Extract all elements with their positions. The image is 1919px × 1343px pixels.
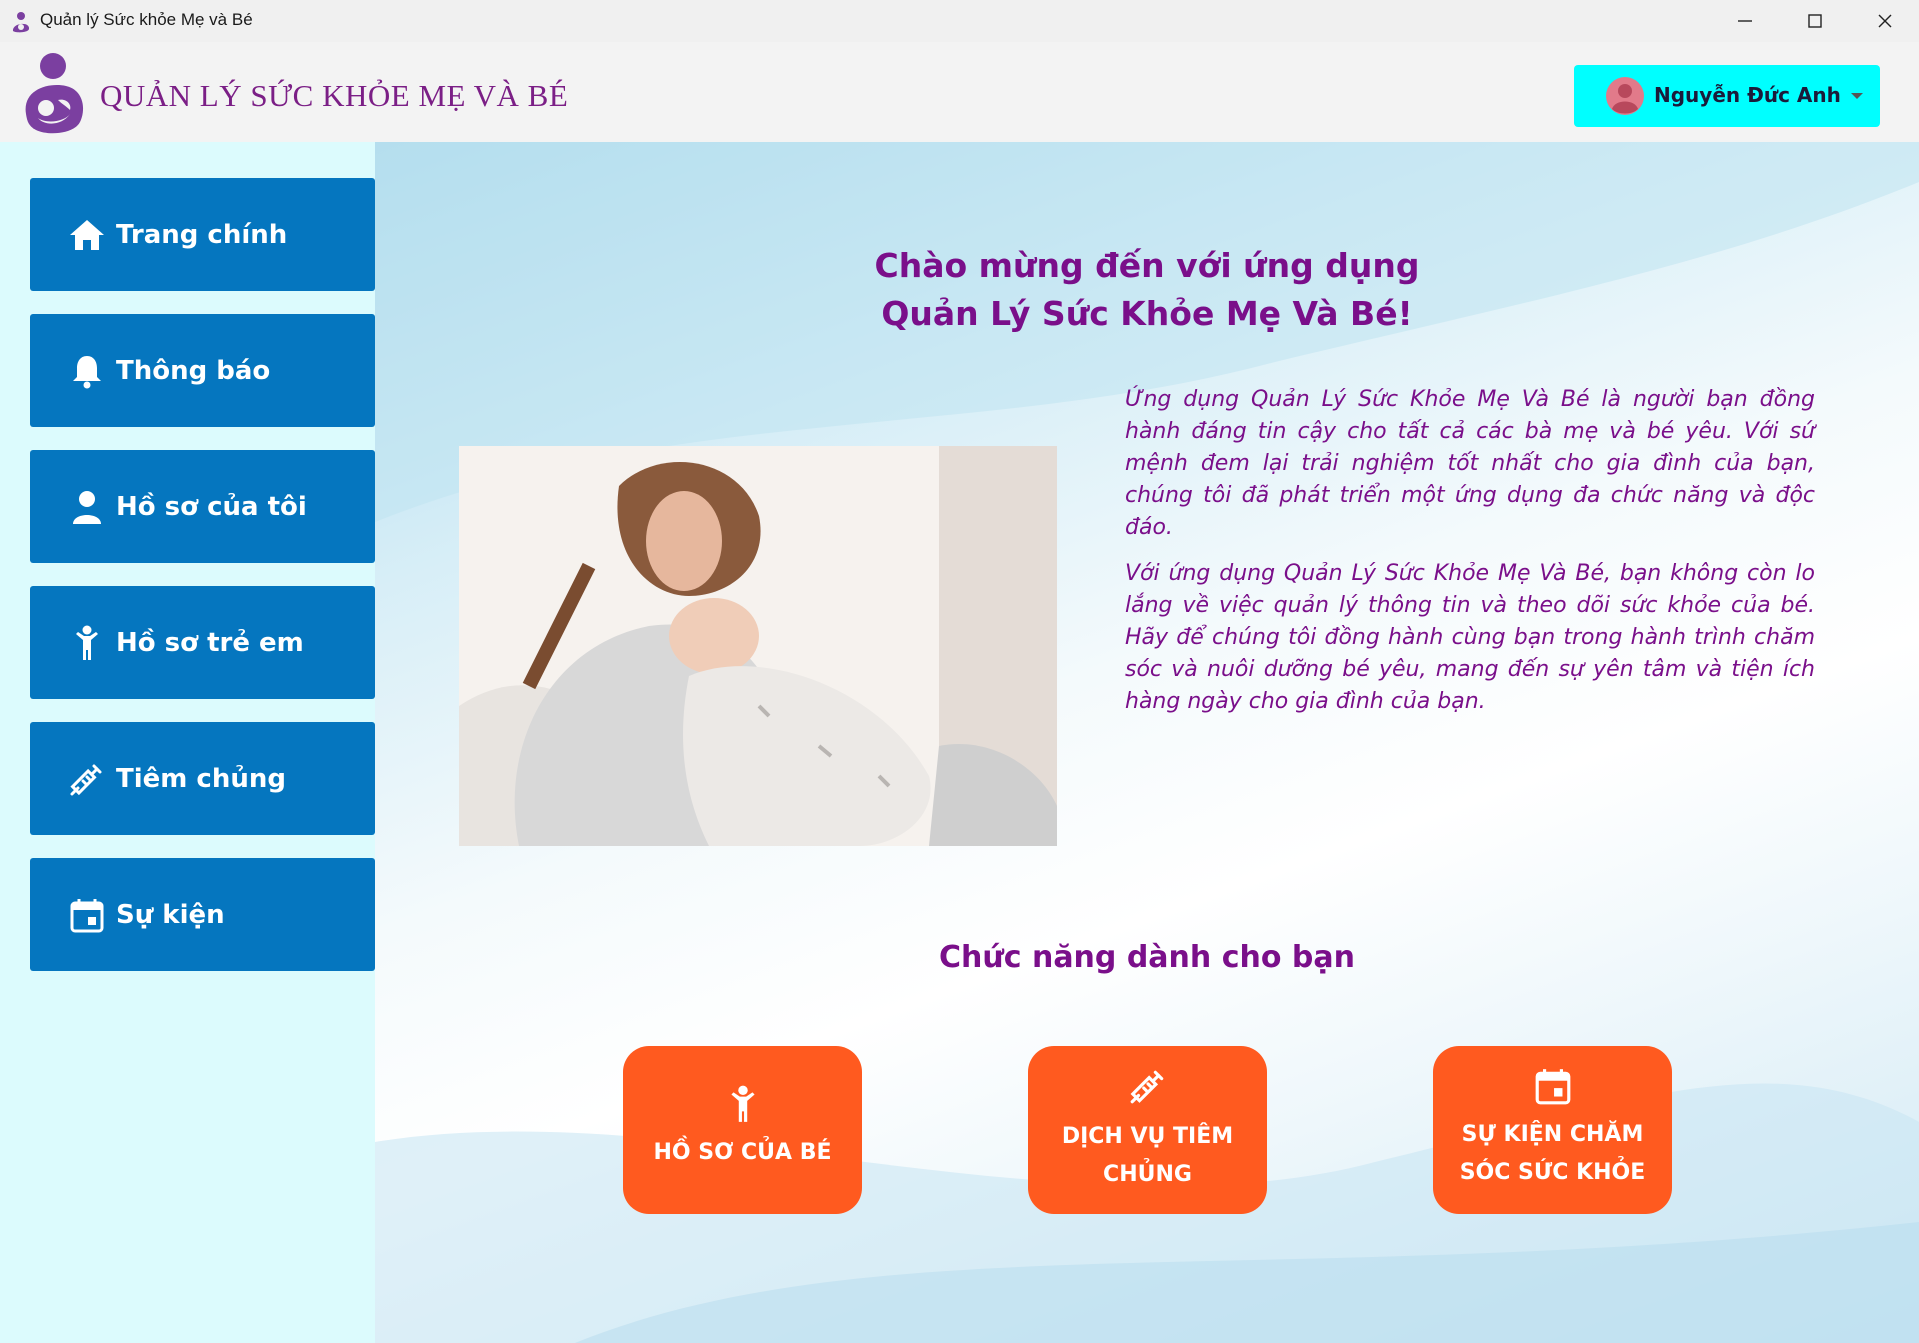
app-header: QUẢN LÝ SỨC KHỎE MẸ VÀ BÉ Nguyễn Đức Anh	[0, 42, 1919, 142]
syringe-icon	[1130, 1070, 1164, 1104]
sidebar-item-label: Sự kiện	[116, 900, 225, 930]
user-avatar-icon	[1606, 77, 1644, 115]
sidebar-item-label: Trang chính	[116, 220, 288, 250]
maximize-button[interactable]	[1780, 0, 1850, 42]
health-care-events-card-button[interactable]: SỰ KIỆN CHĂM SÓC SỨC KHỎE	[1433, 1046, 1672, 1214]
app-logo-icon	[12, 12, 30, 33]
mother-baby-logo-icon	[25, 53, 84, 134]
vaccination-service-card-button[interactable]: DỊCH VỤ TIÊM CHỦNG	[1028, 1046, 1267, 1214]
close-button[interactable]	[1850, 0, 1919, 42]
functions-section-title: Chức năng dành cho bạn	[939, 940, 1355, 975]
sidebar-item-label: Hồ sơ trẻ em	[116, 628, 304, 658]
sidebar-item-label: Hồ sơ của tôi	[116, 492, 307, 522]
mother-baby-photo	[459, 446, 1057, 846]
sidebar-item-home[interactable]: Trang chính	[30, 178, 375, 291]
syringe-icon	[70, 764, 102, 796]
user-icon	[73, 491, 101, 524]
child-profile-card-button[interactable]: HỒ SƠ CỦA BÉ	[623, 1046, 862, 1214]
user-name: Nguyễn Đức Anh	[1654, 83, 1841, 107]
intro-paragraph-1: Ứng dụng Quản Lý Sức Khỏe Mẹ Và Bé là ng…	[1125, 387, 1815, 540]
welcome-title-line2: Quản Lý Sức Khỏe Mẹ Và Bé!	[881, 294, 1413, 333]
sidebar: Trang chính Thông báo Hồ sơ của tôi Hồ s…	[0, 142, 375, 1343]
minimize-button[interactable]	[1710, 0, 1780, 42]
chevron-down-icon	[1851, 93, 1863, 99]
maximize-icon	[1808, 14, 1822, 28]
sidebar-item-child-profile[interactable]: Hồ sơ trẻ em	[30, 586, 375, 699]
minimize-icon	[1738, 20, 1752, 22]
intro-paragraph-2: Với ứng dụng Quản Lý Sức Khỏe Mẹ Và Bé, …	[1125, 561, 1815, 714]
card-label-line2: SÓC SỨC KHỎE	[1459, 1160, 1646, 1185]
welcome-title-line1: Chào mừng đến với ứng dụng	[874, 246, 1420, 285]
home-icon	[70, 220, 104, 250]
calendar-icon	[1535, 1069, 1571, 1105]
window-title: Quản lý Sức khỏe Mẹ và Bé	[40, 10, 253, 29]
sidebar-item-label: Thông báo	[116, 356, 271, 386]
card-label: HỒ SƠ CỦA BÉ	[653, 1140, 832, 1165]
mother-baby-image	[459, 446, 1057, 846]
card-label-line2: CHỦNG	[1103, 1162, 1192, 1187]
sidebar-item-notifications[interactable]: Thông báo	[30, 314, 375, 427]
sidebar-item-my-profile[interactable]: Hồ sơ của tôi	[30, 450, 375, 563]
sidebar-item-events[interactable]: Sự kiện	[30, 858, 375, 971]
card-label-line1: DỊCH VỤ TIÊM	[1061, 1124, 1234, 1149]
calendar-icon	[70, 899, 104, 933]
app-name-title: QUẢN LÝ SỨC KHỎE MẸ VÀ BÉ	[100, 78, 569, 113]
card-label-line1: SỰ KIỆN CHĂM	[1461, 1122, 1644, 1147]
child-icon	[731, 1085, 755, 1122]
bell-icon	[73, 356, 101, 389]
user-menu-button[interactable]: Nguyễn Đức Anh	[1574, 65, 1880, 127]
close-icon	[1878, 14, 1892, 28]
main-content: Chào mừng đến với ứng dụng Quản Lý Sức K…	[375, 142, 1919, 1343]
sidebar-item-vaccination[interactable]: Tiêm chủng	[30, 722, 375, 835]
window-titlebar: Quản lý Sức khỏe Mẹ và Bé	[0, 0, 1919, 42]
child-icon	[76, 625, 98, 660]
sidebar-item-label: Tiêm chủng	[116, 764, 286, 794]
